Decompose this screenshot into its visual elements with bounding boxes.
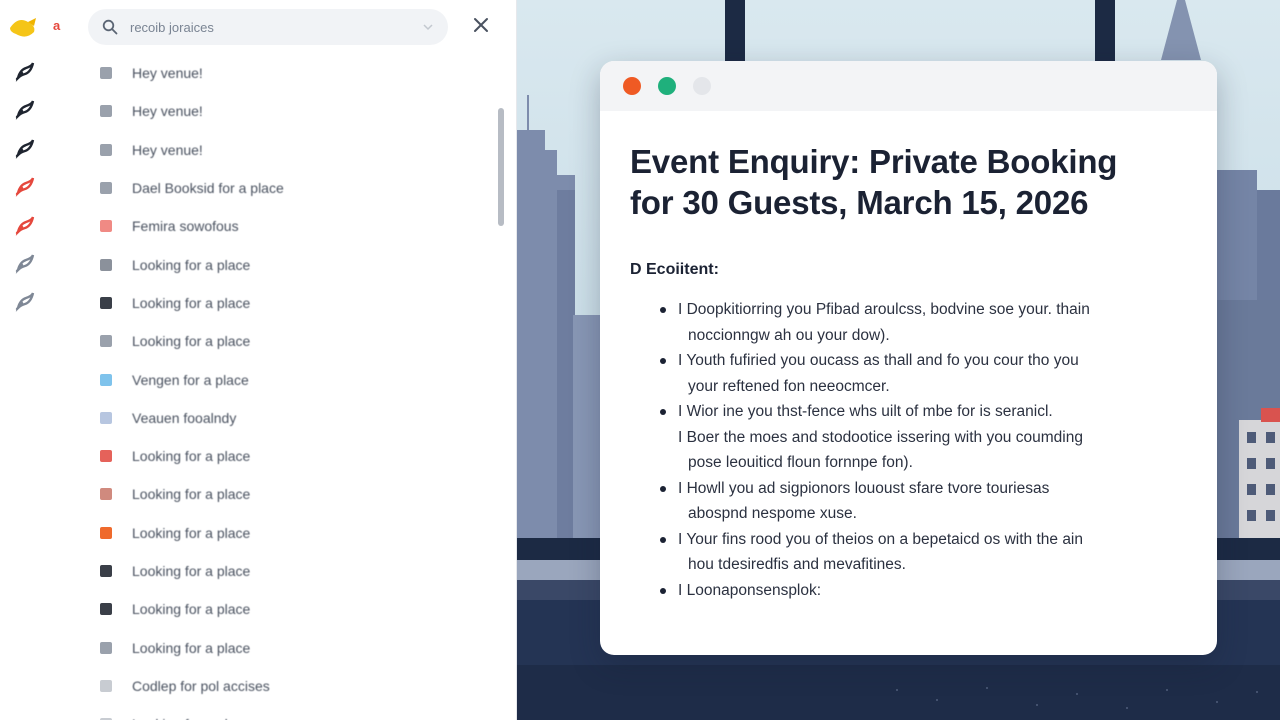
document-list-item: I Loonaponsensplok:	[660, 578, 1187, 604]
feather-icon[interactable]	[14, 137, 36, 159]
window-titlebar	[600, 61, 1217, 111]
mail-type-icon	[100, 488, 112, 501]
mail-subject: Hey venue!	[132, 65, 203, 82]
list-item-line: hou tdesiredfis and mevafitines.	[688, 556, 906, 573]
mail-subject: Looking for a place	[132, 639, 251, 656]
scrollbar-thumb[interactable]	[498, 108, 504, 226]
mail-subject: Vengen for a place	[132, 371, 249, 388]
mail-subject: Looking for a place	[132, 716, 250, 720]
mail-subject: Looking for a place	[132, 448, 251, 465]
chevron-down-icon[interactable]	[422, 21, 434, 33]
mail-subject: Hey venue!	[132, 103, 203, 120]
mail-type-icon	[100, 143, 112, 156]
app-logo-icon[interactable]	[8, 14, 38, 40]
mail-list-item[interactable]: Looking for a place	[96, 514, 486, 552]
mail-type-icon	[100, 450, 112, 463]
mail-type-icon	[100, 258, 112, 271]
mail-type-icon	[100, 603, 112, 616]
feather-icon[interactable]	[14, 290, 36, 313]
list-item-line: pose leouiticd floun fornnpe fon).	[688, 454, 913, 471]
mail-list-item[interactable]: Dael Booksid for a place	[96, 169, 486, 207]
mail-list-item[interactable]: Looking for a place	[96, 322, 486, 360]
document-body: Event Enquiry: Private Booking for 30 Gu…	[600, 111, 1217, 603]
document-list-item: I Howll you ad sigpionors lououst sfare …	[660, 476, 1187, 527]
mail-list: Hey venue! Hey venue! Hey venue! Dael Books…	[96, 54, 486, 720]
feather-icon[interactable]	[14, 98, 36, 121]
mail-type-icon	[100, 373, 112, 386]
list-item-line: I Loonaponsensplok:	[678, 581, 822, 599]
mail-type-icon	[100, 105, 112, 118]
mail-type-icon	[100, 220, 112, 233]
mail-subject: Looking for a place	[132, 486, 251, 503]
list-item-line: I Youth fufiried you oucass as thall and…	[678, 352, 1079, 369]
mail-subject: Codlep for pol accises	[132, 677, 270, 694]
feather-icon[interactable]	[14, 214, 36, 236]
search-icon	[102, 19, 118, 35]
mail-subject: Looking for a place	[132, 333, 251, 350]
mail-type-icon	[100, 67, 112, 80]
mail-type-icon	[100, 679, 112, 692]
mail-list-item[interactable]: Looking for a place	[96, 590, 486, 628]
mail-subject: Dael Booksid for a place	[132, 180, 284, 197]
mail-sidebar-panel: a recoib joraices Hey venue! Hey venue! He…	[0, 0, 517, 720]
mail-list-item[interactable]: Veauen fooalndy	[96, 399, 486, 437]
list-item-line: I Doopkitiorring you Pfibad aroulcss, bo…	[678, 301, 1090, 318]
document-window: Event Enquiry: Private Booking for 30 Gu…	[600, 61, 1217, 655]
mail-list-item[interactable]: Codlep for pol accises	[96, 667, 486, 705]
mail-subject: Looking for a place	[132, 563, 251, 579]
document-title: Event Enquiry: Private Booking for 30 Gu…	[630, 143, 1118, 221]
search-bar[interactable]: recoib joraices	[88, 9, 448, 45]
mail-list-item[interactable]: Vengen for a place	[96, 360, 486, 398]
mail-list-item[interactable]: Looking for a place	[96, 705, 486, 720]
list-item-line: abospnd nespome xuse.	[688, 505, 857, 522]
mail-subject: Looking for a place	[132, 256, 251, 273]
mail-list-item[interactable]: Looking for a place	[96, 628, 486, 666]
mail-subject: Femira sowofous	[132, 218, 239, 235]
mail-list-item[interactable]: Looking for a place	[96, 284, 486, 322]
document-list-item: I Boer the moes and stodootice issering …	[660, 425, 1187, 476]
mail-list-item[interactable]: Femira sowofous	[96, 207, 486, 245]
minimize-window-button[interactable]	[658, 77, 676, 95]
mail-list-item[interactable]: Looking for a place	[96, 475, 486, 513]
close-icon[interactable]	[470, 14, 492, 36]
document-bullet-list: I Doopkitiorring you Pfibad aroulcss, bo…	[630, 297, 1187, 603]
app-logo-letter: a	[53, 18, 61, 33]
navigation-rail	[14, 60, 40, 329]
close-window-button[interactable]	[623, 77, 641, 95]
mail-subject: Hey venue!	[132, 141, 203, 158]
mail-list-item[interactable]: Looking for a place	[96, 245, 486, 283]
search-input[interactable]: recoib joraices	[130, 20, 422, 35]
list-item-line: I Your fins rood you of theios on a bepe…	[678, 530, 1083, 548]
list-item-line: noccionngw ah ou your dow).	[688, 326, 890, 344]
document-list-item: I Doopkitiorring you Pfibad aroulcss, bo…	[660, 297, 1187, 348]
mail-subject: Looking for a place	[132, 294, 251, 311]
document-list-item: I Your fins rood you of theios on a bepe…	[660, 527, 1187, 578]
mail-list-item[interactable]: Hey venue!	[96, 131, 486, 169]
maximize-window-button[interactable]	[693, 77, 711, 95]
mail-list-item[interactable]: Looking for a place	[96, 437, 486, 475]
list-item-line: your reftened fon neeocmcer.	[688, 377, 890, 395]
document-list-item: I Youth fufiried you oucass as thall and…	[660, 348, 1187, 399]
mail-type-icon	[100, 182, 112, 195]
mail-type-icon	[100, 335, 112, 348]
mail-subject: Looking for a place	[132, 524, 251, 541]
mail-type-icon	[100, 296, 112, 309]
list-item-line: I Wior ine you thst-fence whs uilt of mb…	[678, 403, 1053, 420]
feather-icon[interactable]	[14, 252, 36, 274]
list-item-line: I Boer the moes and stodootice issering …	[678, 428, 1083, 446]
document-subheading: D Ecoiitent:	[630, 261, 719, 278]
mail-list-item[interactable]: Hey venue!	[96, 54, 486, 92]
mail-type-icon	[100, 526, 112, 539]
mail-type-icon	[100, 565, 112, 577]
mail-type-icon	[100, 641, 112, 654]
document-list-item: I Wior ine you thst-fence whs uilt of mb…	[660, 399, 1187, 425]
feather-icon[interactable]	[14, 175, 36, 198]
mail-subject: Looking for a place	[132, 601, 251, 618]
mail-list-item[interactable]: Hey venue!	[96, 92, 486, 130]
mail-subject: Veauen fooalndy	[132, 409, 237, 426]
mail-list-item[interactable]: Looking for a place	[96, 552, 486, 590]
feather-icon[interactable]	[14, 60, 36, 82]
list-item-line: I Howll you ad sigpionors lououst sfare …	[678, 479, 1050, 497]
mail-type-icon	[100, 411, 112, 424]
